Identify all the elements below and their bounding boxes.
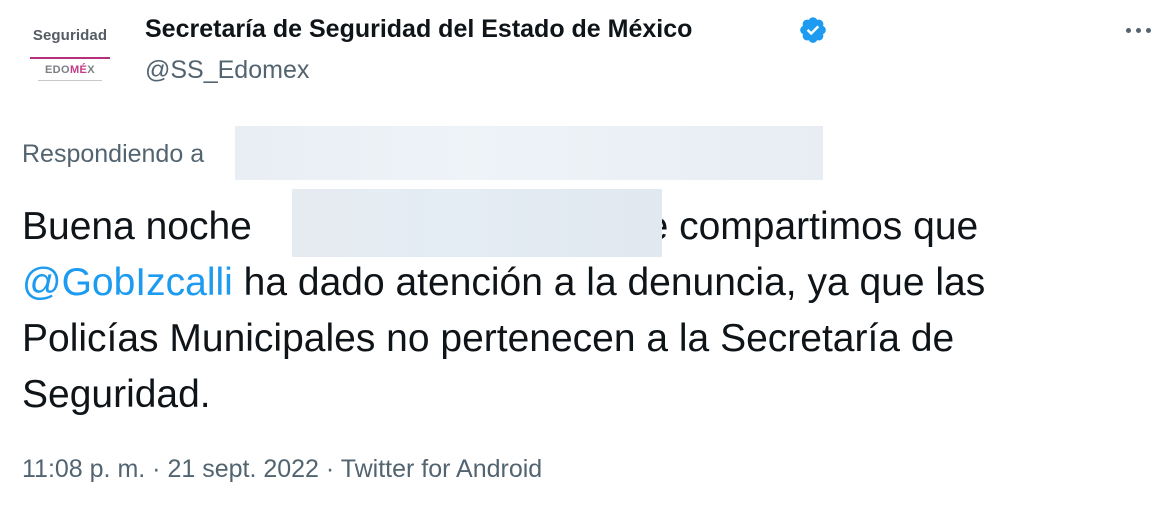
tweet-time[interactable]: 11:08 p. m. [22,455,145,483]
tweet-metadata: 11:08 p. m. · 21 sept. 2022 · Twitter fo… [22,455,542,484]
tweet-text-greeting: Buena noche [22,205,252,248]
mention-link[interactable]: @GobIzcalli [22,261,233,304]
tweet-source[interactable]: Twitter for Android [341,455,542,483]
redacted-reply-target [235,126,823,180]
tweet-line-2: @GobIzcalli ha dado atención a la denunc… [22,255,1162,311]
tweet-date[interactable]: 21 sept. 2022 [167,455,319,483]
tweet-line-3: Policías Municipales no pertenecen a la … [22,317,955,360]
avatar-edomex-logo: EDOMÉX [44,64,96,76]
redacted-mention [292,189,662,257]
meta-separator: · [145,455,168,483]
tweet-text-line2: ha dado atención a la denuncia, ya que l… [232,261,986,304]
avatar-logo-underline [38,80,102,81]
tweet-text-line1-end: Le compartimos que [624,205,979,248]
display-name[interactable]: Secretaría de Seguridad del Estado de Mé… [145,15,692,44]
tweet-line-4: Seguridad. [22,373,211,416]
more-dots-icon-dot [1135,27,1141,33]
replying-to-label: Respondiendo a [22,140,205,168]
avatar[interactable]: Seguridad EDOMÉX [22,10,118,106]
more-dots-icon-dot [1145,27,1151,33]
more-dots-icon [1125,27,1131,33]
verified-badge-icon [800,17,826,43]
more-options-button[interactable] [1118,10,1158,50]
account-handle[interactable]: @SS_Edomex [145,56,309,85]
avatar-logo-text: Seguridad [32,27,108,44]
avatar-logo-divider [30,57,110,59]
meta-separator: · [318,455,341,483]
